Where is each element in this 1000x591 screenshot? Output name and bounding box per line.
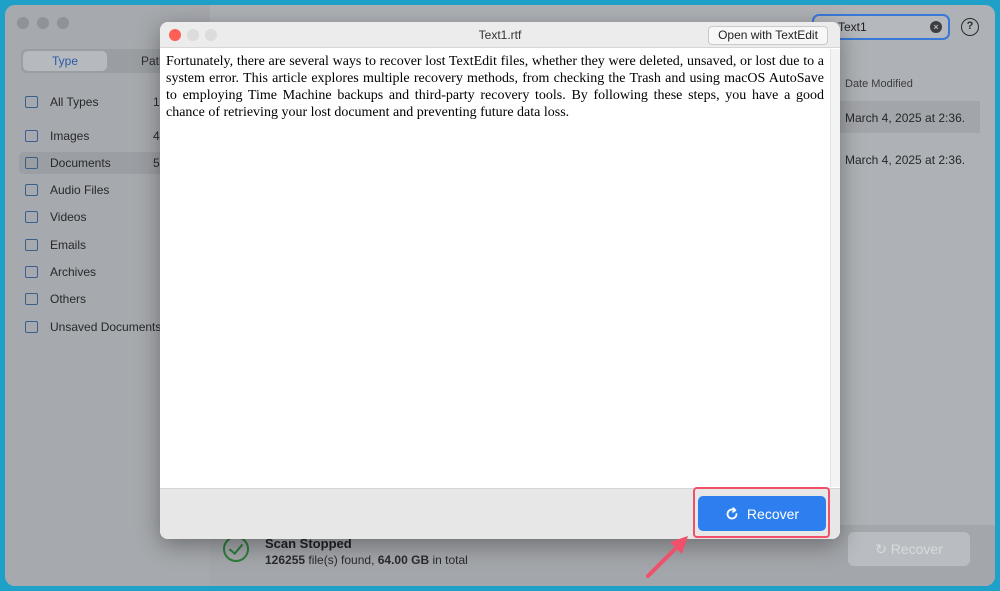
image-icon [25, 130, 38, 142]
sidebar-item-label: Others [50, 292, 87, 306]
check-circle-icon [223, 536, 249, 562]
refresh-icon [726, 506, 738, 519]
sidebar-item-label: Emails [50, 238, 87, 252]
sidebar-item-label: Documents [50, 156, 111, 170]
scan-status-summary: 126255 file(s) found, 64.00 GB in total [265, 553, 468, 567]
sidebar-item-label: Videos [50, 210, 87, 224]
sidebar-item-count: 5 [153, 156, 160, 170]
refresh-icon: ↻ [875, 541, 887, 557]
archive-icon [25, 266, 38, 278]
help-icon[interactable]: ? [961, 18, 979, 36]
search-input-value: Text1 [838, 20, 867, 34]
clear-search-icon[interactable]: × [930, 21, 942, 33]
document-icon [25, 157, 38, 169]
size-suffix: in total [429, 553, 468, 567]
file-icon [25, 293, 38, 305]
sidebar-item-label: Images [50, 129, 90, 143]
dialog-titlebar: Text1.rtf Open with TextEdit [160, 22, 840, 48]
unsaved-document-icon [25, 321, 38, 333]
recover-button[interactable]: Recover [698, 496, 826, 531]
close-window-dot[interactable] [17, 17, 29, 29]
sidebar-item-label: Audio Files [50, 183, 110, 197]
total-size: 64.00 GB [377, 553, 430, 567]
preview-scrollbar[interactable] [830, 49, 840, 487]
open-with-textedit-button[interactable]: Open with TextEdit [708, 26, 828, 45]
column-header-date-modified[interactable]: Date Modified [845, 78, 913, 90]
grid-list-icon [25, 96, 38, 108]
sidebar-item-label: Archives [50, 265, 97, 279]
document-preview-text: Fortunately, there are several ways to r… [160, 49, 830, 487]
pointer-arrow-icon [646, 536, 688, 578]
sidebar-item-label: All Types [50, 95, 99, 109]
table-row[interactable]: March 4, 2025 at 2:36. [835, 101, 980, 133]
music-note-icon [25, 184, 38, 196]
zoom-window-dot[interactable] [57, 17, 69, 29]
minimize-window-dot[interactable] [37, 17, 49, 29]
preview-dialog: Text1.rtf Open with TextEdit Fortunately… [160, 22, 840, 539]
table-row[interactable]: March 4, 2025 at 2:36. [835, 143, 980, 175]
tab-type[interactable]: Type [23, 51, 107, 71]
sidebar-item-count: 4 [153, 129, 160, 143]
row-date: March 4, 2025 at 2:36. [845, 153, 966, 167]
files-count: 126255 [265, 553, 306, 567]
video-icon [25, 211, 38, 223]
main-recover-label: Recover [890, 541, 943, 557]
sidebar-item-label: Unsaved Documents [50, 320, 162, 334]
main-recover-button[interactable]: ↻ Recover [848, 532, 970, 566]
row-date: March 4, 2025 at 2:36. [845, 111, 966, 125]
recover-button-label: Recover [746, 505, 800, 522]
envelope-icon [25, 239, 38, 251]
files-suffix: file(s) found, [305, 553, 378, 567]
